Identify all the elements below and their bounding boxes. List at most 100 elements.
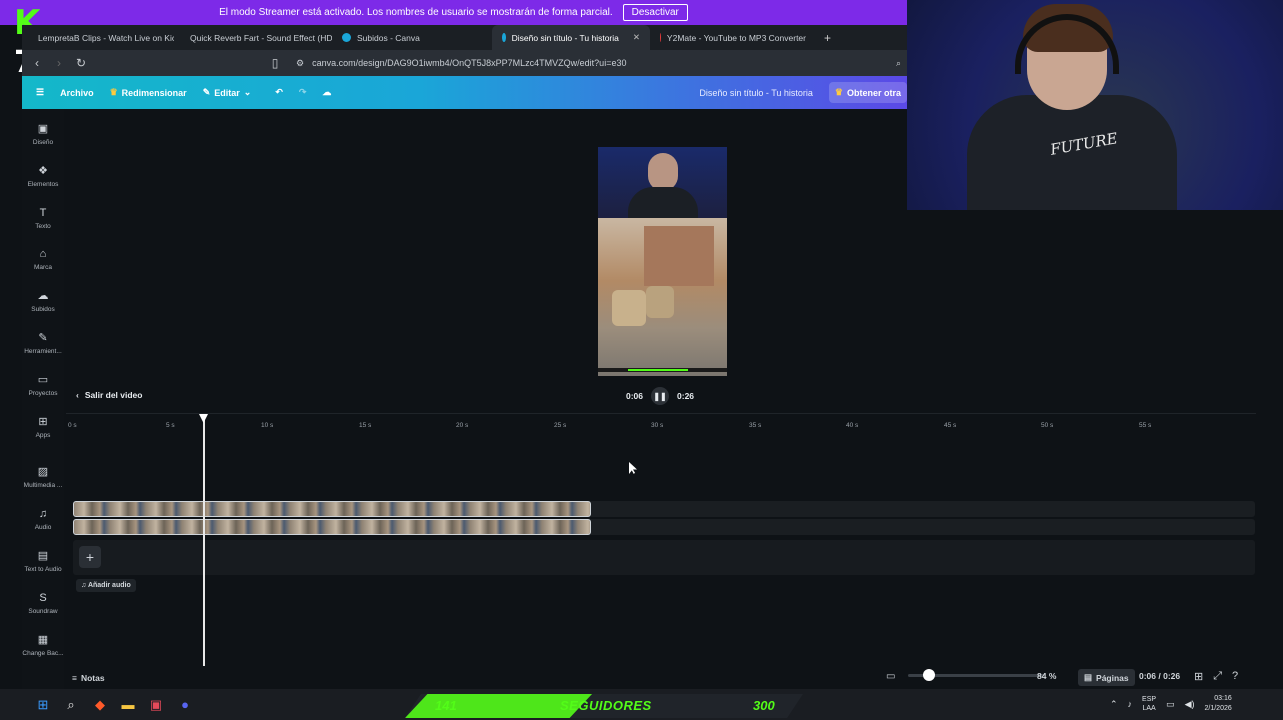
chevron-down-icon: ⌄ [243, 87, 252, 97]
tab-label: Quick Reverb Fart - Sound Effect (HD [190, 32, 332, 43]
zoom-percent[interactable]: 84 % [1037, 671, 1056, 681]
add-audio-button[interactable]: ♫ Añadir audio [76, 579, 136, 592]
exit-video-button[interactable]: ‹ Salir del video [76, 390, 142, 400]
notes-button[interactable]: ≡ Notas [72, 673, 105, 683]
rail-item-apps[interactable]: ⊞ Apps [22, 416, 64, 439]
document-title[interactable]: Diseño sin título - Tu historia [699, 88, 813, 98]
canva-favicon-icon [342, 33, 351, 42]
tab-y2mate[interactable]: Y2Mate - YouTube to MP3 Converter [650, 25, 816, 50]
help-icon[interactable]: ? [1232, 670, 1238, 683]
timeline-ruler[interactable]: 0 s 5 s 10 s 15 s 20 s 25 s 30 s 35 s 40… [66, 413, 1256, 435]
site-info-icon[interactable]: ⚙ [296, 58, 304, 69]
rail-item-brand[interactable]: ⌂ Marca [22, 248, 64, 271]
tab-label: LempretaB Clips - Watch Live on Kick [38, 32, 174, 43]
url-text: canva.com/design/DAG9O1iwmb4/OnQT5J8xPP7… [312, 58, 627, 68]
video-track-1[interactable] [73, 501, 1255, 517]
canva-favicon-icon [502, 33, 506, 42]
network-icon[interactable]: ▭ [1166, 699, 1175, 710]
tab-canva-design[interactable]: Diseño sin título - Tu historia ✕ [492, 25, 650, 50]
video-clip[interactable] [73, 519, 591, 535]
get-more-label: Obtener otra [846, 87, 901, 98]
rail-item-tools[interactable]: ✎ Herramient... [22, 332, 64, 355]
rail-item-design[interactable]: ▣ Diseño [22, 123, 64, 146]
close-tab-icon[interactable]: ✕ [633, 32, 640, 43]
grid-view-icon[interactable]: ⊞ [1194, 670, 1203, 683]
rail-item-uploads[interactable]: ☁ Subidos [22, 290, 64, 313]
rail-item-change-bg[interactable]: ▦ Change Bac... [22, 634, 64, 657]
rail-item-elements[interactable]: ❖ Elementos [22, 165, 64, 188]
menu-icon[interactable]: ☰ [36, 87, 44, 98]
rail-item-soundraw[interactable]: S Soundraw [22, 592, 64, 615]
language-indicator[interactable]: ESP LAA [1142, 695, 1156, 713]
pause-icon: ❚❚ [653, 391, 667, 401]
design-preview[interactable] [598, 147, 727, 376]
rail-item-tts[interactable]: ▤ Text to Audio [22, 550, 64, 573]
video-clip[interactable] [73, 501, 591, 517]
footer-icons: ⊞ ⤢ ? [1194, 670, 1238, 683]
volume-icon[interactable]: ◀) [1185, 699, 1195, 710]
rail-item-text[interactable]: T Texto [22, 207, 64, 230]
tab-youtube-sound[interactable]: Quick Reverb Fart - Sound Effect (HD [174, 25, 332, 50]
file-explorer-icon[interactable]: ▬ [120, 697, 136, 713]
search-icon[interactable]: ⌕ [896, 58, 901, 69]
app-icon[interactable]: ▣ [148, 697, 164, 713]
clock[interactable]: 03:16 2/1/2026 [1205, 694, 1232, 714]
rail-item-audio[interactable]: ♫ Audio [22, 508, 64, 531]
brave-browser-icon[interactable]: ◆ [92, 697, 108, 713]
archivo-menu[interactable]: Archivo [60, 88, 94, 98]
rail-label: Audio [34, 524, 52, 531]
preview-gameplay-section [598, 218, 727, 376]
rail-item-projects[interactable]: ▭ Proyectos [22, 374, 64, 397]
forward-arrow-icon[interactable]: › [52, 56, 66, 70]
timeline-playhead[interactable] [203, 418, 205, 666]
discord-icon[interactable]: ● [177, 697, 193, 713]
clock-date: 2/1/2026 [1204, 705, 1232, 712]
tab-canva-subidos[interactable]: Subidos - Canva [332, 25, 492, 50]
video-track-2[interactable] [73, 519, 1255, 535]
url-field[interactable]: ⚙ canva.com/design/DAG9O1iwmb4/OnQT5J8xP… [296, 58, 626, 69]
pause-button[interactable]: ❚❚ [651, 387, 670, 405]
get-more-button[interactable]: ♛ Obtener otra [828, 82, 907, 103]
bookmark-icon[interactable]: ▯ [268, 56, 282, 70]
notes-label: Notas [80, 673, 105, 683]
ruler-tick: 0 s [68, 422, 77, 429]
redo-icon[interactable]: ↷ [299, 87, 307, 98]
search-icon[interactable]: ⌕ [63, 697, 79, 713]
soundraw-icon: S [39, 592, 47, 604]
zoom-slider-handle[interactable] [923, 669, 935, 681]
cloud-sync-icon[interactable]: ☁ [322, 87, 331, 98]
rail-label: Subidos [31, 306, 55, 313]
undo-icon[interactable]: ↶ [275, 87, 283, 98]
pen-tool-icon: ✎ [38, 332, 48, 344]
pencil-icon: ✎ [202, 87, 211, 97]
new-tab-button[interactable]: + [816, 31, 839, 45]
deactivate-button[interactable]: Desactivar [622, 4, 688, 21]
followers-goal: 300 [753, 698, 775, 713]
ruler-tick: 45 s [944, 422, 957, 429]
notes-icon: ≡ [72, 673, 77, 683]
reload-icon[interactable]: ↻ [74, 56, 88, 70]
rail-label: Soundraw [28, 608, 58, 615]
text-icon: T [39, 207, 47, 219]
crown-icon: ♛ [109, 87, 118, 97]
followers-goal-bar: 141 SEGUIDORES 300 [405, 694, 803, 718]
fullscreen-icon[interactable]: ⤢ [1213, 670, 1222, 683]
chevron-up-icon[interactable]: ⌃ [1110, 699, 1118, 710]
rail-label: Marca [33, 264, 53, 271]
windows-start-icon[interactable]: ⊞ [35, 697, 51, 713]
change-bg-icon: ▦ [37, 634, 49, 646]
back-arrow-icon[interactable]: ‹ [30, 56, 44, 70]
edit-button[interactable]: ✎ Editar ⌄ [203, 87, 252, 98]
add-page-button[interactable]: + [79, 546, 101, 568]
shapes-icon: ❖ [38, 165, 48, 177]
ruler-tick: 15 s [359, 422, 372, 429]
timeline-toggle-icon[interactable]: ▭ [886, 671, 895, 682]
pages-button[interactable]: ▤ Páginas [1078, 669, 1135, 686]
microphone-icon[interactable]: ♪ [1128, 699, 1133, 709]
resize-button[interactable]: ♛ Redimensionar [110, 87, 187, 98]
tab-kick[interactable]: LempretaB Clips - Watch Live on Kick [22, 25, 174, 50]
rail-item-media[interactable]: ▨ Multimedia ... [22, 466, 64, 489]
system-tray: ⌃ ♪ ESP LAA ▭ ◀) 03:16 2/1/2026 [1110, 694, 1232, 714]
music-note-icon: ♫ [81, 582, 88, 589]
music-icon: ♫ [38, 508, 48, 520]
